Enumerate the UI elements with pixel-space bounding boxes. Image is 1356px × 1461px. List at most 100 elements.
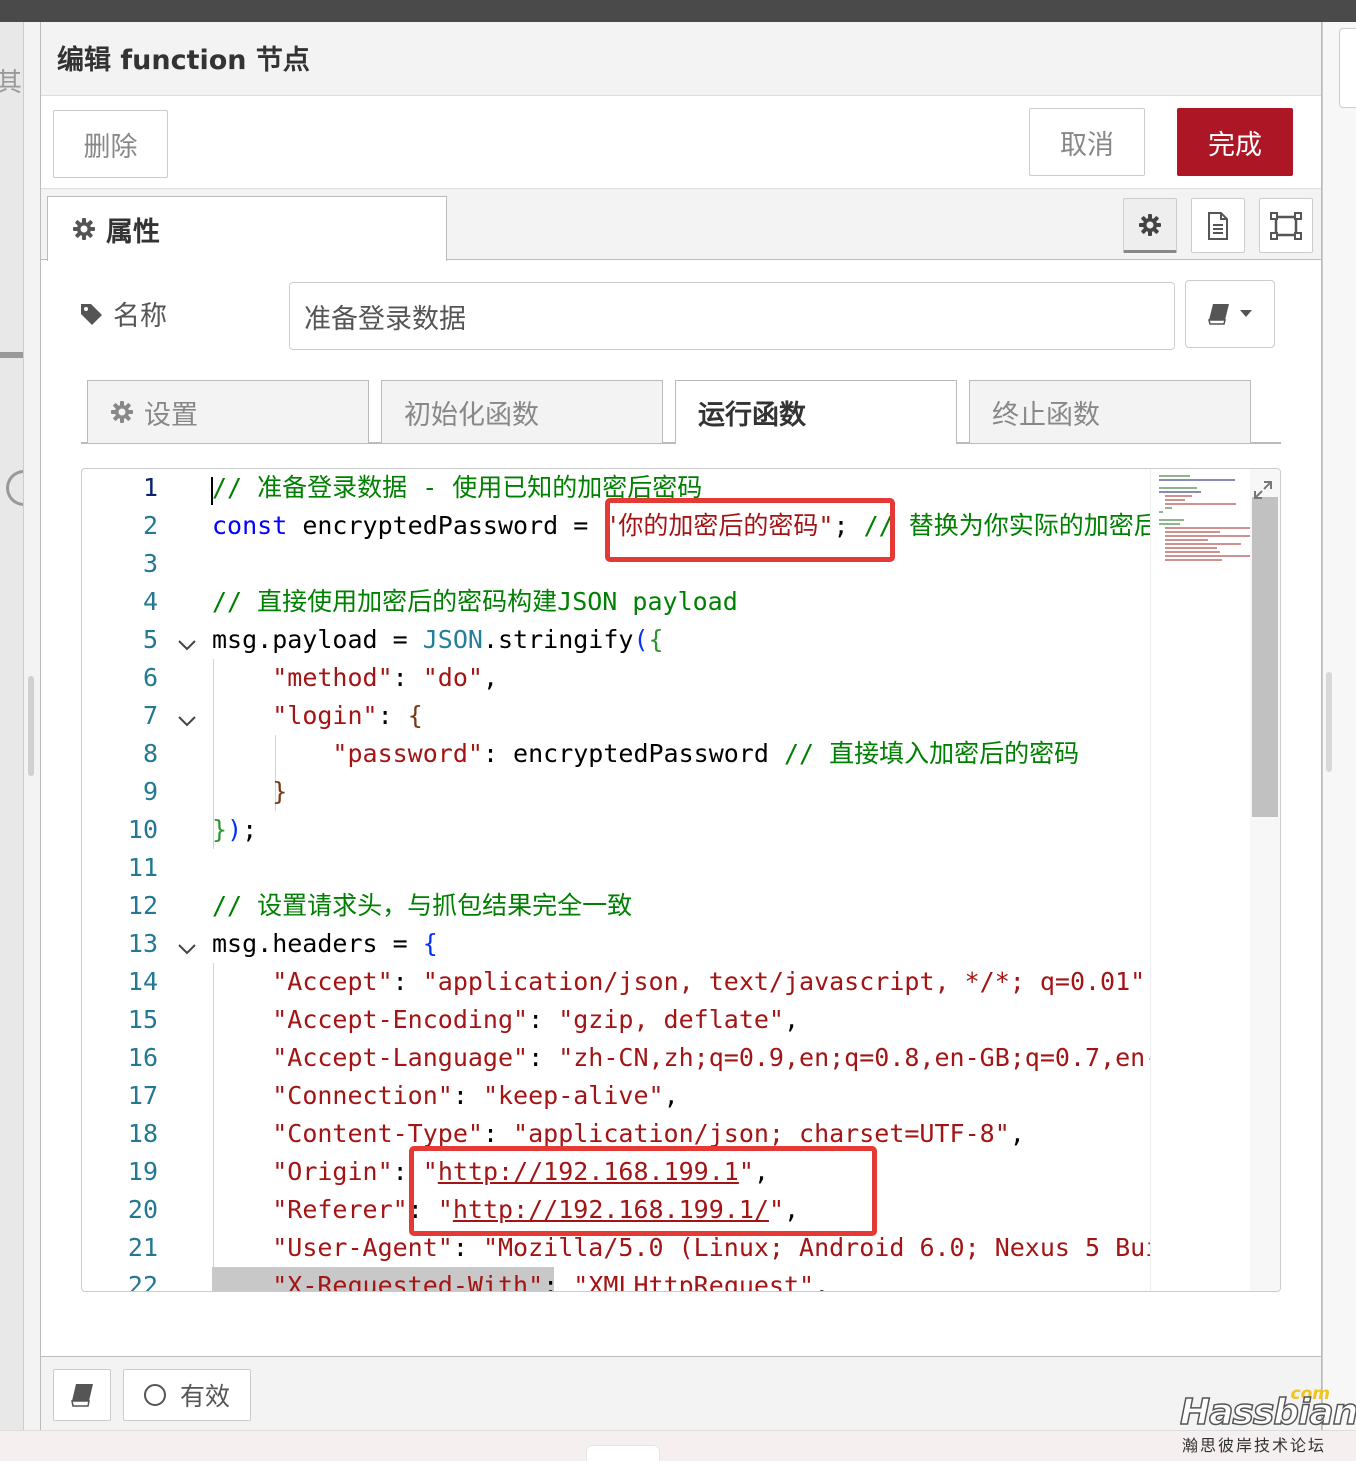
node-help-button[interactable] [53,1369,111,1421]
fold-chevron-icon[interactable] [176,629,198,651]
code-token: encryptedPassword = [287,511,604,540]
minimap-line [1159,511,1164,513]
enabled-toggle[interactable]: 有效 [123,1369,251,1421]
dialog-footer: 有效 [41,1356,1321,1430]
line-number: 2 [142,511,158,540]
code-text: msg.payload = JSON.stringify({ [212,621,664,659]
minimap-line [1165,559,1223,561]
code-text: "Accept-Encoding": "gzip, deflate", [212,1001,799,1039]
tab-on-stop[interactable]: 终止函数 [969,380,1251,443]
editor-minimap[interactable] [1150,469,1253,1291]
code-line[interactable]: 8 "password": encryptedPassword // 直接填入加… [82,735,1150,773]
tab-properties-label: 属性 [106,216,160,248]
code-token: ) [227,815,243,844]
code-token: "password" [332,739,483,768]
minimap-line [1165,531,1220,533]
name-input[interactable]: 准备登录数据 [289,282,1175,350]
code-line[interactable]: 6 "method": "do", [82,659,1150,697]
tab-on-start[interactable]: 初始化函数 [381,380,663,443]
code-token: : [377,701,408,730]
line-number: 13 [127,929,158,958]
description-icon [1206,211,1230,240]
code-token: { [422,929,438,958]
code-token: "application/json; charset=UTF-8" [513,1119,1010,1148]
code-line[interactable]: 12 // 设置请求头，与抓包结果完全一致 [82,887,1150,925]
tab-on-message[interactable]: 运行函数 [675,380,957,444]
code-token: "Origin" [272,1157,393,1186]
code-token: , [663,1081,679,1110]
line-number: 16 [127,1043,158,1072]
done-button[interactable]: 完成 [1177,108,1293,176]
code-line[interactable]: 4 // 直接使用加密后的密码构建JSON payload [82,583,1150,621]
workspace-text-fragment: 其 [0,62,22,99]
tab-on-start-label: 初始化函数 [404,399,539,431]
tray-description-button[interactable] [1191,198,1245,253]
line-number: 10 [127,815,158,844]
delete-button[interactable]: 删除 [53,110,168,178]
fold-chevron-icon[interactable] [176,933,198,955]
code-line[interactable]: 5 msg.payload = JSON.stringify({ [82,621,1150,659]
window-top-strip [0,0,1356,22]
minimap-line [1165,543,1241,545]
fold-chevron-icon[interactable] [176,705,198,727]
book-icon [1207,303,1231,325]
tray-settings-button[interactable] [1123,198,1177,253]
workspace-node-port [6,470,23,506]
code-line[interactable]: 10}); [82,811,1150,849]
line-number: 20 [127,1195,158,1224]
line-number: 19 [127,1157,158,1186]
code-token: : [528,1043,559,1072]
bottom-tab[interactable] [586,1445,660,1461]
line-number: 12 [127,891,158,920]
code-text: "Accept": "application/json, text/javasc… [212,963,1150,1001]
code-token: "Content-Type" [272,1119,483,1148]
appearance-icon [1270,211,1302,240]
gear-icon [72,217,96,241]
code-line[interactable]: 9 } [82,773,1150,811]
code-text: // 设置请求头，与抓包结果完全一致 [212,887,632,925]
code-line[interactable]: 14 "Accept": "application/json, text/jav… [82,963,1150,1001]
watermark-brand: Hassbian [1179,1391,1356,1434]
code-line[interactable]: 13 msg.headers = { [82,925,1150,963]
code-line[interactable]: 15 "Accept-Encoding": "gzip, deflate", [82,1001,1150,1039]
minimap-line [1165,495,1192,497]
library-button[interactable] [1185,280,1275,348]
highlight-box-urls [409,1146,877,1236]
code-line[interactable]: 17 "Connection": "keep-alive", [82,1077,1150,1115]
expand-editor-button[interactable] [1248,475,1278,505]
tag-icon [79,302,103,326]
tab-setup[interactable]: 设置 [87,380,369,443]
line-number: 18 [127,1119,158,1148]
line-number: 4 [142,587,158,616]
dialog-title: 编辑 function 节点 [57,45,310,76]
code-line[interactable]: 7 "login": { [82,697,1150,735]
line-number: 22 [127,1271,158,1291]
line-number: 8 [142,739,158,768]
highlight-box-password [605,498,895,562]
minimap-line [1165,535,1253,537]
code-line[interactable]: 11 [82,849,1150,887]
code-line[interactable]: 16 "Accept-Language": "zh-CN,zh;q=0.9,en… [82,1039,1150,1077]
code-token: "XMLHttpRequest" [573,1271,815,1291]
code-token: "X-Requested-With" [272,1271,544,1291]
code-token: .stringify [482,625,634,654]
code-text: msg.headers = { [212,925,438,963]
code-token: { [407,701,423,730]
right-resize-handle[interactable] [1326,672,1332,772]
edit-node-dialog: 编辑 function 节点 删除 取消 完成 属性 名称 准备登录数据 设置 … [40,22,1322,1430]
editor-scrollbar-thumb[interactable] [1252,497,1278,817]
code-line[interactable]: 22 "X-Requested-With": "XMLHttpRequest", [82,1267,1150,1291]
code-token: "login" [272,701,378,730]
minimap-line [1159,519,1185,521]
toggle-circle-icon [143,1384,166,1406]
left-resize-handle[interactable] [28,676,34,776]
cancel-button[interactable]: 取消 [1029,108,1145,176]
watermark-tagline: 瀚思彼岸技术论坛 [1182,1436,1327,1455]
bottom-strip [0,1430,1356,1461]
code-token: "Accept-Language" [272,1043,529,1072]
tab-properties[interactable]: 属性 [47,196,447,261]
tray-appearance-button[interactable] [1259,198,1313,253]
